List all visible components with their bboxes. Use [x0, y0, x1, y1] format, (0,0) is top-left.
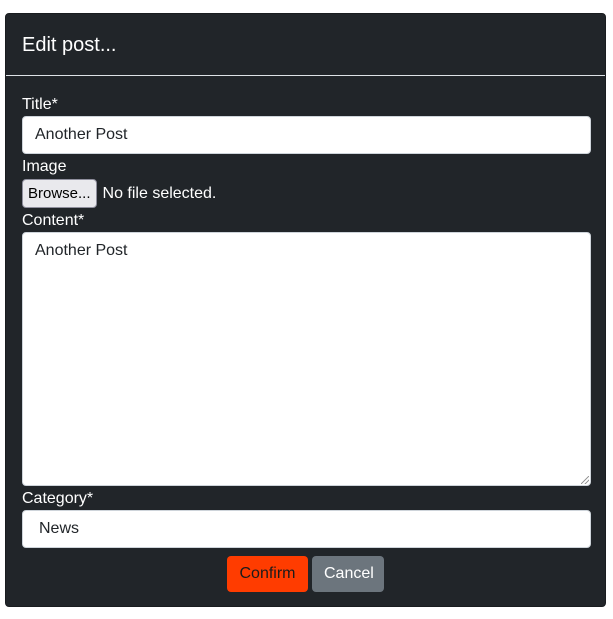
category-select[interactable]: News — [22, 510, 591, 548]
resize-grip-icon[interactable] — [581, 476, 589, 484]
image-label: Image — [22, 158, 67, 175]
modal-header: Edit post... — [6, 14, 605, 76]
content-textarea[interactable]: Another Post — [22, 232, 591, 486]
image-file-input[interactable]: Browse... No file selected. — [22, 179, 216, 208]
title-label: Title* — [22, 96, 58, 113]
title-input[interactable]: Another Post — [22, 116, 591, 154]
browse-button[interactable]: Browse... — [22, 179, 97, 208]
edit-post-modal: Edit post... Title* Another Post Image B… — [5, 13, 606, 607]
modal-title: Edit post... — [22, 33, 117, 56]
file-status-text: No file selected. — [102, 184, 217, 202]
content-label: Content* — [22, 212, 85, 229]
cancel-button[interactable]: Cancel — [312, 556, 384, 592]
modal-footer: Confirm Cancel — [6, 556, 605, 592]
content-text: Another Post — [35, 242, 128, 259]
category-label: Category* — [22, 490, 94, 507]
confirm-button[interactable]: Confirm — [227, 556, 308, 592]
